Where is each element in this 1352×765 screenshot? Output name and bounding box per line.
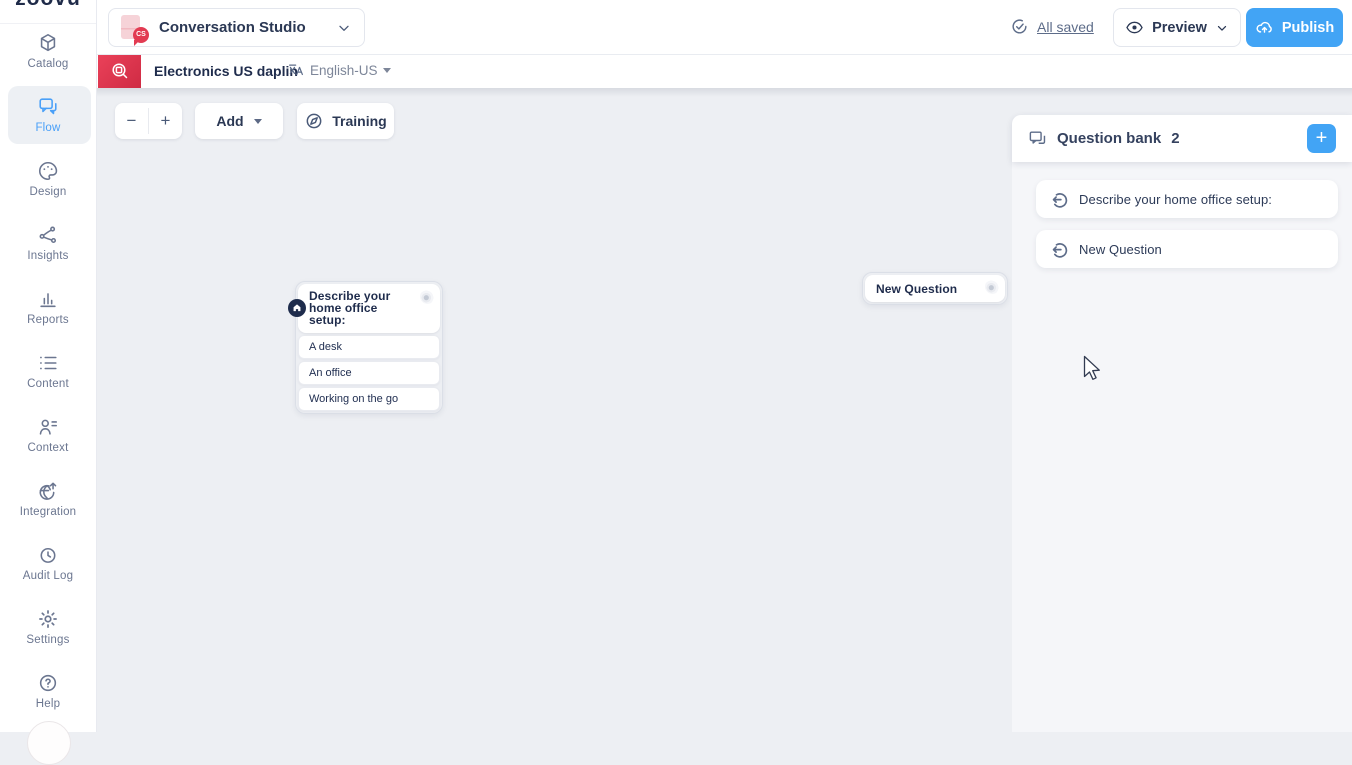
- app-switcher-dropdown[interactable]: CS Conversation Studio: [108, 8, 365, 47]
- question-bank-item[interactable]: Describe your home office setup:: [1036, 180, 1338, 218]
- all-saved-status[interactable]: All saved: [1010, 17, 1094, 36]
- sidebar-item-catalog[interactable]: Catalog: [0, 26, 96, 90]
- chevron-down-icon: [1215, 21, 1229, 35]
- sidebar-item-label: Insights: [27, 250, 68, 262]
- cloud-upload-icon: [1255, 18, 1274, 37]
- translate-icon: [287, 61, 305, 79]
- preview-button[interactable]: Preview: [1113, 8, 1241, 47]
- flow-chat-icon: [37, 96, 59, 118]
- user-avatar[interactable]: [27, 721, 71, 765]
- connector-halo-icon[interactable]: [420, 289, 435, 304]
- sidebar-item-label: Design: [30, 186, 67, 198]
- preview-label: Preview: [1152, 20, 1207, 36]
- question-bank-item[interactable]: New Question: [1036, 230, 1338, 268]
- palette-icon: [37, 160, 59, 182]
- language-selector[interactable]: English-US: [287, 61, 391, 79]
- top-bar: CS Conversation Studio All saved Preview…: [97, 0, 1352, 55]
- question-circle-icon: [37, 672, 59, 694]
- connector-halo-icon[interactable]: [985, 279, 1000, 294]
- all-saved-label: All saved: [1037, 19, 1094, 35]
- publish-button[interactable]: Publish: [1246, 8, 1343, 47]
- project-title: Electronics US daplin: [154, 63, 298, 79]
- sidebar-item-content[interactable]: Content: [0, 346, 96, 410]
- clock-history-icon: [37, 544, 59, 566]
- list-icon: [37, 352, 59, 374]
- sidebar-item-label: Settings: [26, 634, 69, 646]
- caret-down-icon: [383, 68, 391, 77]
- compass-icon: [304, 111, 324, 131]
- node-header[interactable]: Describe your home office setup:: [298, 284, 440, 333]
- sidebar: zoovu Catalog Flow Design Insigh: [0, 0, 97, 732]
- check-circle-icon: [1010, 17, 1029, 36]
- gear-icon: [37, 608, 59, 630]
- sidebar-item-label: Flow: [35, 122, 60, 134]
- zoom-out-button[interactable]: −: [115, 103, 148, 139]
- training-label: Training: [332, 113, 386, 129]
- catalog-cube-icon: [37, 32, 59, 54]
- question-bank-count: 2: [1171, 130, 1179, 147]
- chevron-down-icon: [336, 20, 352, 36]
- app-switcher-label: Conversation Studio: [159, 19, 336, 36]
- add-label: Add: [216, 113, 243, 129]
- zoom-in-button[interactable]: +: [149, 103, 182, 139]
- sidebar-item-label: Content: [27, 378, 69, 390]
- sidebar-item-settings[interactable]: Settings: [0, 602, 96, 666]
- chat-bubbles-icon: [1028, 129, 1047, 148]
- flow-node-question-1[interactable]: Describe your home office setup: A desk …: [295, 281, 443, 414]
- sidebar-item-label: Reports: [27, 314, 69, 326]
- conversation-studio-icon: CS: [121, 14, 147, 42]
- sidebar-nav: Catalog Flow Design Insights Repo: [0, 26, 96, 730]
- node-header[interactable]: New Question: [865, 275, 1005, 302]
- caret-down-icon: [254, 119, 262, 128]
- eye-icon: [1125, 18, 1144, 37]
- question-bank-item-label: Describe your home office setup:: [1079, 192, 1272, 207]
- sidebar-item-label: Integration: [20, 506, 77, 518]
- training-button[interactable]: Training: [297, 103, 394, 139]
- node-option[interactable]: Working on the go: [298, 387, 440, 411]
- project-bar: Electronics US daplin English-US: [97, 55, 1352, 88]
- flow-node-question-2[interactable]: New Question: [862, 272, 1008, 305]
- share-nodes-icon: [37, 224, 59, 246]
- question-bank-item-label: New Question: [1079, 242, 1162, 257]
- node-title: New Question: [876, 283, 957, 295]
- circle-arrow-left-icon: [1051, 191, 1068, 208]
- question-bank-title: Question bank: [1057, 130, 1161, 147]
- home-start-badge: [288, 299, 306, 317]
- sidebar-item-insights[interactable]: Insights: [0, 218, 96, 282]
- globe-arrow-icon: [37, 480, 59, 502]
- sidebar-item-label: Audit Log: [23, 570, 73, 582]
- sidebar-item-label: Help: [36, 698, 60, 710]
- question-bank-header: Question bank 2 +: [1012, 115, 1352, 162]
- zoom-controls: − +: [115, 103, 182, 139]
- question-bank-panel: Describe your home office setup: New Que…: [1012, 162, 1352, 732]
- sidebar-item-context[interactable]: Context: [0, 410, 96, 474]
- sidebar-item-audit-log[interactable]: Audit Log: [0, 538, 96, 602]
- node-title: Describe your home office setup:: [309, 290, 416, 327]
- assistant-search-icon: [98, 55, 141, 88]
- logo-container: zoovu: [0, 0, 96, 24]
- publish-label: Publish: [1282, 20, 1334, 36]
- sidebar-item-integration[interactable]: Integration: [0, 474, 96, 538]
- bar-chart-icon: [37, 288, 59, 310]
- cs-badge: CS: [133, 27, 149, 43]
- node-option[interactable]: An office: [298, 361, 440, 385]
- sidebar-item-flow[interactable]: Flow: [0, 90, 96, 154]
- add-question-button[interactable]: +: [1307, 124, 1336, 153]
- language-label: English-US: [310, 63, 378, 78]
- add-dropdown-button[interactable]: Add: [195, 103, 283, 139]
- person-lines-icon: [37, 416, 59, 438]
- sidebar-item-design[interactable]: Design: [0, 154, 96, 218]
- sidebar-item-reports[interactable]: Reports: [0, 282, 96, 346]
- circle-arrow-left-icon: [1051, 241, 1068, 258]
- sidebar-item-label: Context: [27, 442, 68, 454]
- zoovu-logo: zoovu: [0, 0, 96, 11]
- sidebar-item-label: Catalog: [27, 58, 68, 70]
- node-option[interactable]: A desk: [298, 335, 440, 359]
